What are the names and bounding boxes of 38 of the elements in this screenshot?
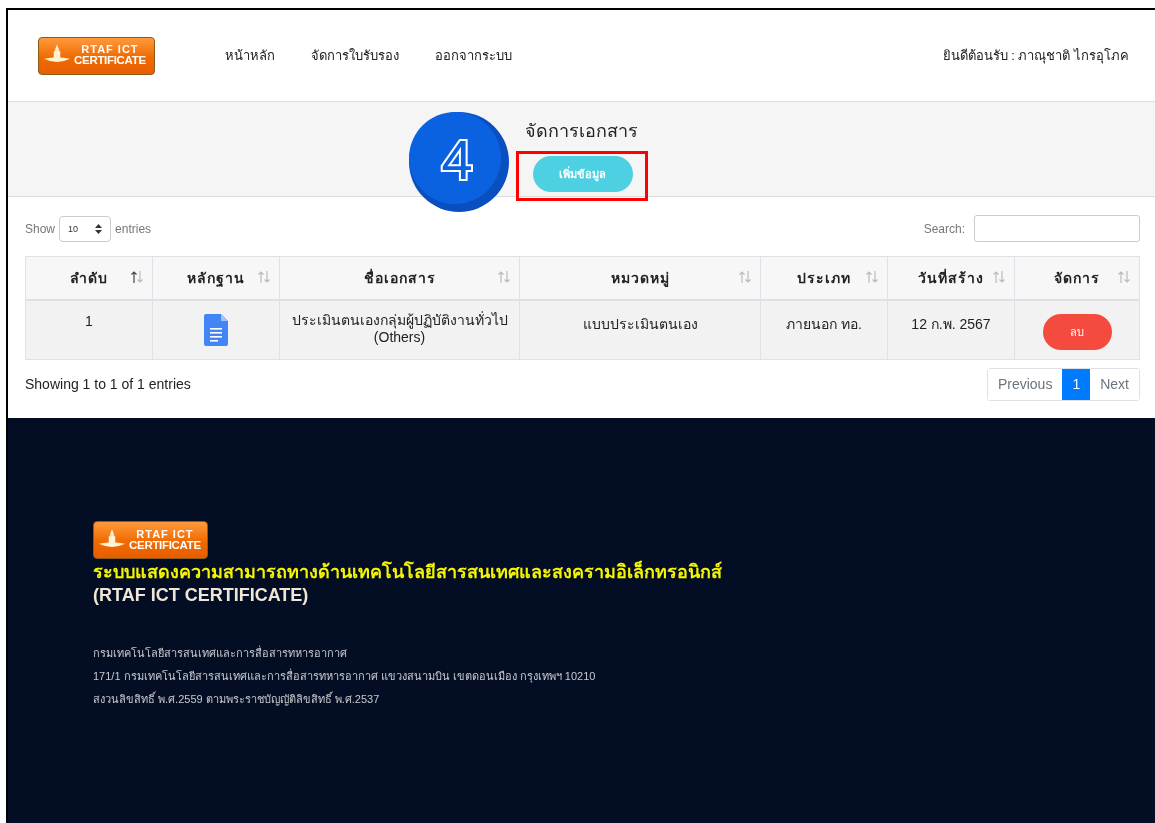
logo-text: RTAF ICT bbox=[136, 528, 194, 540]
entries-label: entries bbox=[115, 221, 152, 236]
footer-text: กรมเทคโนโลยีสารสนเทศและการสื่อสารทหารอากาศ bbox=[93, 645, 348, 661]
sort-icon[interactable] bbox=[130, 270, 144, 284]
column-header[interactable]: หลักฐาน bbox=[152, 256, 280, 300]
column-header[interactable]: วันที่สร้าง bbox=[887, 256, 1015, 300]
logo-text: CERTIFICATE bbox=[129, 539, 201, 552]
welcome-text: ยินดีต้อนรับ : ภาณุชาติ ไกรอุโภค bbox=[942, 47, 1129, 66]
nav-link[interactable]: จัดการใบรับรอง bbox=[311, 45, 399, 66]
footer-title: ระบบแสดงความสามารถทางด้านเทคโนโลยีสารสนเทศและสงครามอิเล็กทรอนิกส์ bbox=[93, 561, 723, 584]
column-header[interactable]: ชื่อเอกสาร bbox=[279, 256, 520, 300]
step-badge: 4 bbox=[409, 112, 509, 212]
column-header[interactable]: หมวดหมู่ bbox=[519, 256, 761, 300]
document-icon[interactable] bbox=[204, 314, 228, 346]
page-title: จัดการเอกสาร bbox=[525, 120, 638, 143]
search-field[interactable] bbox=[974, 215, 1140, 242]
page-size-select[interactable]: 10 bbox=[59, 215, 112, 242]
show-label: Show bbox=[25, 221, 56, 236]
page-link[interactable]: 1 bbox=[1062, 368, 1091, 400]
column-header[interactable]: ประเภท bbox=[760, 256, 888, 300]
nav-link[interactable]: หน้าหลัก bbox=[225, 45, 275, 66]
delete-button[interactable]: ลบ bbox=[1042, 314, 1112, 350]
table-cell: 12 ก.พ. 2567 bbox=[887, 300, 1015, 359]
footer-subtitle: (RTAF ICT CERTIFICATE) bbox=[93, 584, 310, 607]
table-cell: ภายนอก ทอ. bbox=[760, 300, 888, 359]
column-header[interactable]: จัดการ bbox=[1014, 256, 1140, 300]
footer-text: สงวนลิขสิทธิ์ พ.ศ.2559 ตามพระราชบัญญัติลิขสิทธิ์ พ.ศ.2537 bbox=[93, 691, 381, 707]
table-cell: แบบประเมินตนเอง bbox=[519, 300, 761, 359]
column-header[interactable]: ลำดับ bbox=[25, 256, 153, 300]
entries-info: Showing 1 to 1 of 1 entries bbox=[25, 376, 191, 392]
nav-link[interactable]: ออกจากระบบ bbox=[435, 45, 512, 66]
logo-text: RTAF ICT bbox=[81, 44, 139, 56]
table-cell: 1 bbox=[25, 300, 153, 359]
logo-text: CERTIFICATE bbox=[74, 55, 146, 67]
spinner-arrows-icon bbox=[95, 223, 103, 234]
footer-text: 171/1 กรมเทคโนโลยีสารสนเทศและการสื่อสารทหารอากาศ แขวงสนามบิน เขตดอนเมือง กรุงเทพฯ 10210 bbox=[93, 668, 597, 684]
search-label: Search: bbox=[923, 221, 965, 236]
table-cell: ประเมินตนเองกลุ่มผู้ปฏิบัติงานทั่วไป (Others) bbox=[279, 300, 520, 359]
